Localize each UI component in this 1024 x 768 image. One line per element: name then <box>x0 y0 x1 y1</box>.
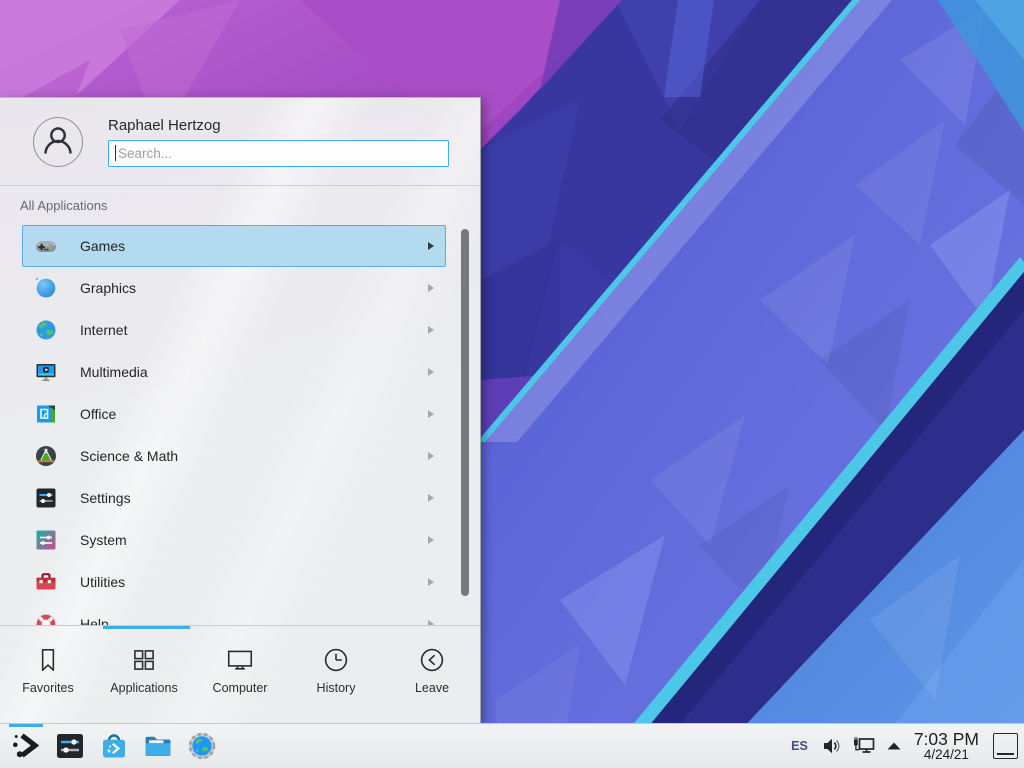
tab-label: Computer <box>213 681 268 695</box>
keyboard-layout-indicator[interactable]: ES <box>791 739 808 753</box>
search-box <box>108 140 449 167</box>
clock-date: 4/24/21 <box>914 748 979 762</box>
browser-icon <box>186 730 218 762</box>
tab-applications[interactable]: Applications <box>96 629 192 724</box>
bookmark-icon <box>33 645 63 675</box>
taskbar-button-app-launcher[interactable] <box>4 724 48 768</box>
taskbar-button-discover[interactable] <box>92 724 136 768</box>
user-name: Raphael Hertzog <box>108 117 449 134</box>
system-icon <box>34 528 58 552</box>
menu-item-label: Internet <box>80 322 127 338</box>
menu-item-label: Settings <box>80 490 131 506</box>
submenu-arrow-icon <box>428 452 434 460</box>
system-settings-icon <box>54 730 86 762</box>
taskbar-button-web-browser[interactable] <box>180 724 224 768</box>
search-input[interactable] <box>108 140 449 167</box>
volume-icon[interactable] <box>821 735 843 757</box>
taskbar-button-file-manager[interactable] <box>136 724 180 768</box>
launcher-tab-bar: Favorites Applications Computer History Leav… <box>0 629 480 724</box>
menu-item-multimedia[interactable]: Multimedia <box>22 351 446 393</box>
submenu-arrow-icon <box>428 284 434 292</box>
tab-label: Favorites <box>22 681 73 695</box>
utilities-icon <box>34 570 58 594</box>
user-icon <box>34 117 82 167</box>
tab-label: Applications <box>110 681 177 695</box>
menu-item-label: Multimedia <box>80 364 148 380</box>
submenu-arrow-icon <box>428 410 434 418</box>
menu-item-games[interactable]: Games <box>22 225 446 267</box>
menu-item-label: Office <box>80 406 116 422</box>
submenu-arrow-icon <box>428 578 434 586</box>
tab-computer[interactable]: Computer <box>192 629 288 724</box>
taskbar-button-system-settings[interactable] <box>48 724 92 768</box>
launcher-header: Raphael Hertzog <box>0 98 480 186</box>
menu-item-graphics[interactable]: Graphics <box>22 267 446 309</box>
menu-item-label: Science & Math <box>80 448 178 464</box>
menu-item-utilities[interactable]: Utilities <box>22 561 446 603</box>
menu-item-help[interactable]: Help <box>22 603 446 625</box>
help-icon <box>34 612 58 625</box>
menu-item-label: Utilities <box>80 574 125 590</box>
user-avatar[interactable] <box>33 117 83 167</box>
text-caret <box>115 145 116 161</box>
menu-item-label: Help <box>80 616 109 625</box>
submenu-arrow-icon <box>428 242 434 250</box>
menu-item-internet[interactable]: Internet <box>22 309 446 351</box>
submenu-arrow-icon <box>428 494 434 502</box>
menu-item-system[interactable]: System <box>22 519 446 561</box>
discover-icon <box>98 730 130 762</box>
globe-icon <box>34 318 58 342</box>
taskbar-panel: ES 7:03 PM 4/24/21 <box>0 723 1024 768</box>
office-icon <box>34 402 58 426</box>
history-icon <box>321 645 351 675</box>
graphics-icon <box>34 276 58 300</box>
menu-item-office[interactable]: Office <box>22 393 446 435</box>
submenu-arrow-icon <box>428 536 434 544</box>
tab-leave[interactable]: Leave <box>384 629 480 724</box>
leave-icon <box>417 645 447 675</box>
computer-icon <box>225 645 255 675</box>
menu-item-settings[interactable]: Settings <box>22 477 446 519</box>
desktop: Raphael Hertzog All Applications Games Gr… <box>0 0 1024 768</box>
grid-icon <box>129 645 159 675</box>
submenu-arrow-icon <box>428 326 434 334</box>
menu-item-science-math[interactable]: Science & Math <box>22 435 446 477</box>
multimedia-icon <box>34 360 58 384</box>
network-icon[interactable] <box>852 735 877 757</box>
menu-item-label: Graphics <box>80 280 136 296</box>
science-icon <box>34 444 58 468</box>
kde-launcher-icon <box>10 730 42 762</box>
digital-clock[interactable]: 7:03 PM 4/24/21 <box>914 730 979 763</box>
settings-icon <box>34 486 58 510</box>
menu-item-label: Games <box>80 238 125 254</box>
gamepad-icon <box>34 234 58 258</box>
application-launcher-popup: Raphael Hertzog All Applications Games Gr… <box>0 97 481 723</box>
task-launchers <box>4 724 224 768</box>
tab-favorites[interactable]: Favorites <box>0 629 96 724</box>
submenu-arrow-icon <box>428 368 434 376</box>
tab-label: History <box>317 681 356 695</box>
section-label: All Applications <box>20 198 107 213</box>
system-tray: ES 7:03 PM 4/24/21 <box>791 724 1024 768</box>
menu-item-label: System <box>80 532 127 548</box>
tab-label: Leave <box>415 681 449 695</box>
category-list: Games Graphics Internet Multimedia Office Sci… <box>22 225 446 625</box>
footer-separator <box>0 625 480 626</box>
tab-history[interactable]: History <box>288 629 384 724</box>
expand-tray-icon[interactable] <box>886 735 902 757</box>
show-desktop-button[interactable] <box>993 733 1018 759</box>
list-scrollbar[interactable] <box>461 229 469 596</box>
clock-time: 7:03 PM <box>914 730 979 748</box>
folder-icon <box>142 730 174 762</box>
